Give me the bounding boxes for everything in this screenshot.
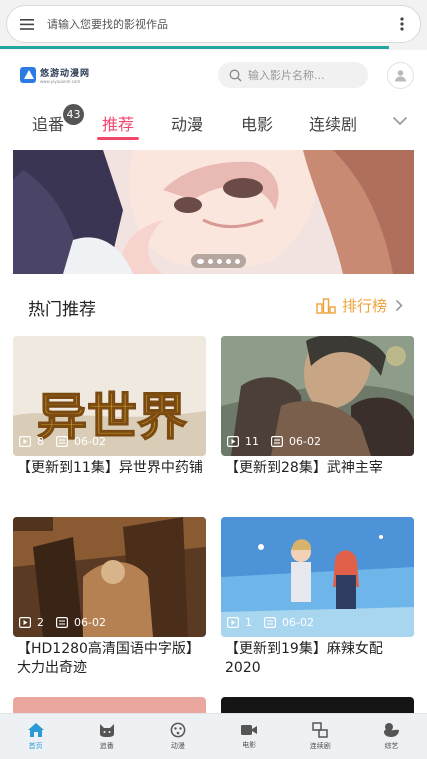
following-count-badge: 43 <box>63 104 84 125</box>
tab-series[interactable]: 连续剧 <box>309 111 357 135</box>
video-title[interactable]: 【HD1280高清国语中字版】大力出奇迹 <box>13 640 206 678</box>
tab-recommended[interactable]: 推荐 <box>102 111 134 135</box>
update-date: 06-02 <box>74 616 106 629</box>
video-title[interactable]: 【更新到28集】武神主宰 <box>221 459 414 478</box>
user-avatar-button[interactable] <box>387 62 414 89</box>
episode-count: 11 <box>245 435 259 448</box>
face-icon <box>170 722 186 738</box>
tab-anime[interactable]: 动漫 <box>171 111 203 135</box>
nav-variety[interactable]: 综艺 <box>356 714 427 759</box>
section-title: 热门推荐 <box>28 300 96 320</box>
episode-count: 1 <box>245 616 252 629</box>
episode-count: 2 <box>37 616 44 629</box>
video-card[interactable]: 1 06-02 【更新到19集】麻辣女配2020 <box>221 517 414 678</box>
logo-name: 悠游动漫网 <box>40 69 91 79</box>
page-load-progress <box>0 46 389 49</box>
ranking-link[interactable]: 排行榜 <box>316 295 403 316</box>
url-placeholder[interactable]: 请输入您要找的影视作品 <box>47 16 384 32</box>
video-thumbnail[interactable]: 1 06-02 <box>221 517 414 637</box>
video-meta: 8 06-02 <box>19 435 106 448</box>
search-icon <box>229 69 242 81</box>
nav-anime[interactable]: 动漫 <box>142 714 213 759</box>
more-vertical-icon[interactable] <box>384 17 420 31</box>
camera-icon <box>241 725 258 735</box>
nav-label: 动漫 <box>170 742 185 750</box>
nav-label: 电影 <box>242 741 257 749</box>
nav-home[interactable]: 首页 <box>0 714 71 759</box>
video-card[interactable]: 2 06-02 【HD1280高清国语中字版】大力出奇迹 <box>13 517 206 678</box>
update-date: 06-02 <box>282 616 314 629</box>
calendar-icon <box>56 617 68 628</box>
video-thumbnail[interactable]: 异世界 8 06-02 <box>13 336 206 456</box>
url-bar[interactable]: 请输入您要找的影视作品 <box>6 5 421 43</box>
active-tab-indicator <box>97 137 139 140</box>
screens-icon <box>312 722 329 738</box>
video-title[interactable]: 【更新到19集】麻辣女配2020 <box>221 640 414 678</box>
calendar-icon <box>56 436 68 447</box>
app-screen: 请输入您要找的影视作品 悠游动漫网 www.yiyouanm.com 输入影片名… <box>0 0 427 759</box>
carousel-dot[interactable] <box>226 258 231 264</box>
play-icon <box>227 617 239 628</box>
carousel-indicators <box>191 254 246 268</box>
logo-icon <box>20 67 36 83</box>
carousel-dot[interactable] <box>197 258 204 264</box>
chevron-down-icon[interactable] <box>392 116 408 126</box>
ranking-label: 排行榜 <box>342 297 388 315</box>
duck-icon <box>384 723 400 737</box>
play-icon <box>19 436 31 447</box>
nav-series[interactable]: 连续剧 <box>285 714 356 759</box>
calendar-icon <box>264 617 276 628</box>
video-thumbnail[interactable]: 2 06-02 <box>13 517 206 637</box>
menu-icon[interactable] <box>7 18 47 30</box>
cat-icon <box>99 724 114 737</box>
hot-recommend-header: 热门推荐 排行榜 <box>0 288 427 322</box>
site-header: 悠游动漫网 www.yiyouanm.com 输入影片名称... <box>0 56 427 96</box>
site-logo[interactable]: 悠游动漫网 www.yiyouanm.com <box>20 66 90 84</box>
update-date: 06-02 <box>74 435 106 448</box>
video-thumbnail-partial[interactable] <box>221 697 414 713</box>
calendar-icon <box>271 436 283 447</box>
nav-movies[interactable]: 电影 <box>214 714 285 759</box>
browser-toolbar: 请输入您要找的影视作品 <box>0 0 427 50</box>
carousel-dot[interactable] <box>217 258 222 264</box>
search-placeholder: 输入影片名称... <box>248 69 325 82</box>
nav-label: 追番 <box>99 742 114 750</box>
video-title[interactable]: 【更新到11集】异世界中药铺 <box>13 459 206 478</box>
banner-carousel[interactable] <box>13 150 414 274</box>
bottom-navigation: 首页 追番 动漫 电影 连续剧 综艺 <box>0 713 427 759</box>
nav-label: 连续剧 <box>309 742 331 750</box>
carousel-dot[interactable] <box>208 258 213 264</box>
chevron-right-icon <box>395 299 403 312</box>
home-icon <box>27 723 44 737</box>
video-thumbnail[interactable]: 11 06-02 <box>221 336 414 456</box>
ranking-icon <box>316 297 336 314</box>
video-meta: 2 06-02 <box>19 616 106 629</box>
play-icon <box>19 617 31 628</box>
nav-label: 首页 <box>28 742 43 750</box>
nav-following[interactable]: 追番 <box>71 714 142 759</box>
episode-count: 8 <box>37 435 44 448</box>
video-card[interactable]: 11 06-02 【更新到28集】武神主宰 <box>221 336 414 478</box>
video-card[interactable]: 异世界 8 06-02 【更新到11集】异世界中药铺 <box>13 336 206 478</box>
nav-label: 综艺 <box>384 742 399 750</box>
video-meta: 1 06-02 <box>227 616 314 629</box>
update-date: 06-02 <box>289 435 321 448</box>
video-meta: 11 06-02 <box>227 435 321 448</box>
logo-url: www.yiyouanm.com <box>40 79 81 84</box>
video-thumbnail-partial[interactable] <box>13 697 206 713</box>
play-icon <box>227 436 239 447</box>
carousel-dot[interactable] <box>235 258 240 264</box>
tab-following[interactable]: 追番 <box>32 111 64 135</box>
category-tabs: 追番 43 推荐 动漫 电影 连续剧 <box>0 100 427 146</box>
search-input[interactable]: 输入影片名称... <box>218 62 368 88</box>
user-icon <box>395 70 406 82</box>
tab-movies[interactable]: 电影 <box>241 111 273 135</box>
